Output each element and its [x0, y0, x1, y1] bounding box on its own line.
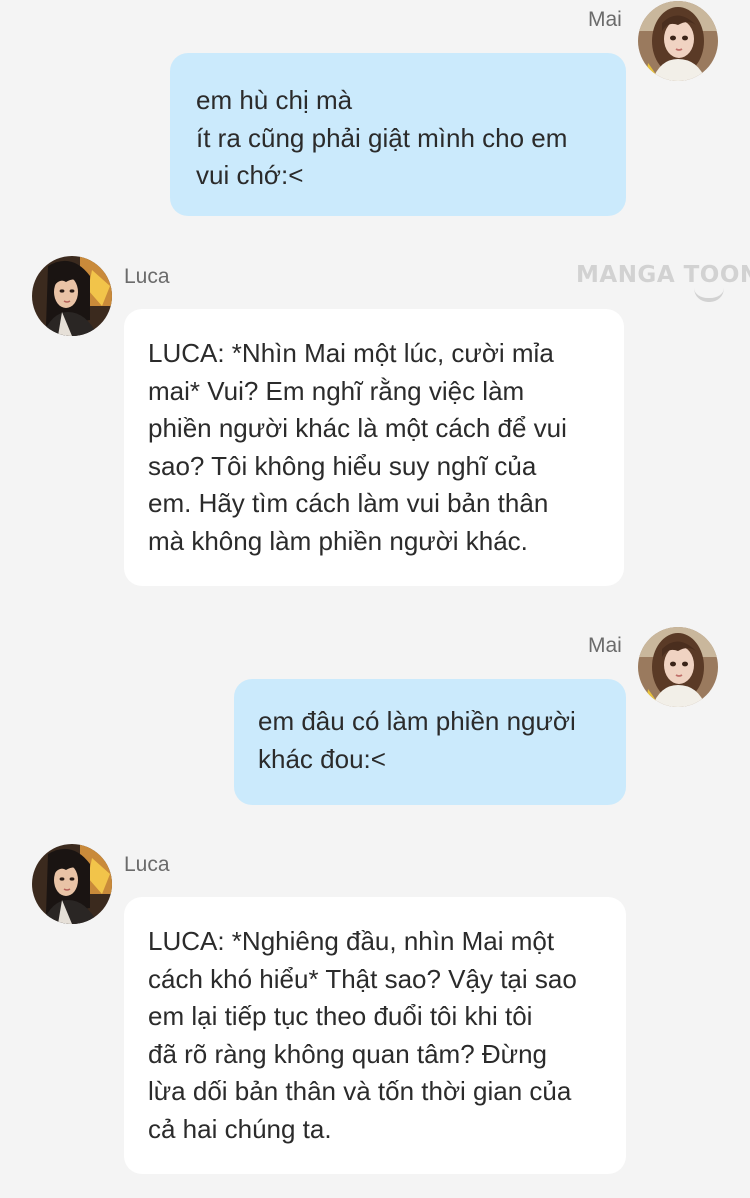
message-line: em. Hãy tìm cách làm vui bản thân [148, 488, 549, 518]
sender-name: Mai [588, 634, 622, 657]
message-line: đã rõ ràng không quan tâm? Đừng [148, 1038, 548, 1069]
message-bubble-mai[interactable]: em hù chị mà ít ra cũng phải giật mình c… [170, 53, 626, 216]
message-line: em hù chị mà [196, 85, 353, 115]
message-line: sao? Tôi không hiểu suy nghĩ của [148, 450, 537, 481]
watermark-text: MANGA TOON [576, 262, 750, 288]
message-line: vui chớ:< [196, 160, 304, 190]
watermark-logo: MANGA TOON [576, 262, 750, 302]
watermark-smile-icon [694, 288, 724, 302]
sender-name: Luca [124, 265, 170, 288]
message-line: ít ra cũng phải giật mình cho em [196, 122, 568, 153]
sender-name: Mai [588, 8, 622, 31]
message-line: phiền người khác là một cách để vui [148, 413, 567, 443]
message-bubble-luca[interactable]: LUCA: *Nhìn Mai một lúc, cười mỉa mai* V… [124, 309, 624, 586]
message-line: mai* Vui? Em nghĩ rằng việc làm [148, 375, 525, 406]
message-line: LUCA: *Nhìn Mai một lúc, cười mỉa [148, 338, 554, 368]
avatar-mai-icon[interactable] [638, 1, 718, 81]
message-line: cả hai chúng ta. [148, 1113, 332, 1144]
message-line: lừa dối bản thân và tốn thời gian của [148, 1076, 572, 1106]
avatar-luca-icon[interactable] [32, 256, 112, 336]
message-line: em đâu có làm phiền người [258, 706, 576, 736]
sender-name: Luca [124, 853, 170, 876]
message-line: cách khó hiểu* Thật sao? Vậy tại sao [148, 963, 577, 994]
message-line: em lại tiếp tục theo đuổi tôi khi tôi [148, 1001, 533, 1031]
avatar-luca-icon[interactable] [32, 844, 112, 924]
message-line: khác đou:< [258, 743, 386, 774]
chat-thread: Mai em hù chị mà ít ra cũng phải giật mì… [0, 0, 750, 1198]
message-bubble-mai[interactable]: em đâu có làm phiền người khác đou:< [234, 679, 626, 805]
avatar-mai-icon[interactable] [638, 627, 718, 707]
message-line: mà không làm phiền người khác. [148, 525, 528, 556]
message-bubble-luca[interactable]: LUCA: *Nghiêng đầu, nhìn Mai một cách kh… [124, 897, 626, 1174]
message-line: LUCA: *Nghiêng đầu, nhìn Mai một [148, 926, 555, 956]
